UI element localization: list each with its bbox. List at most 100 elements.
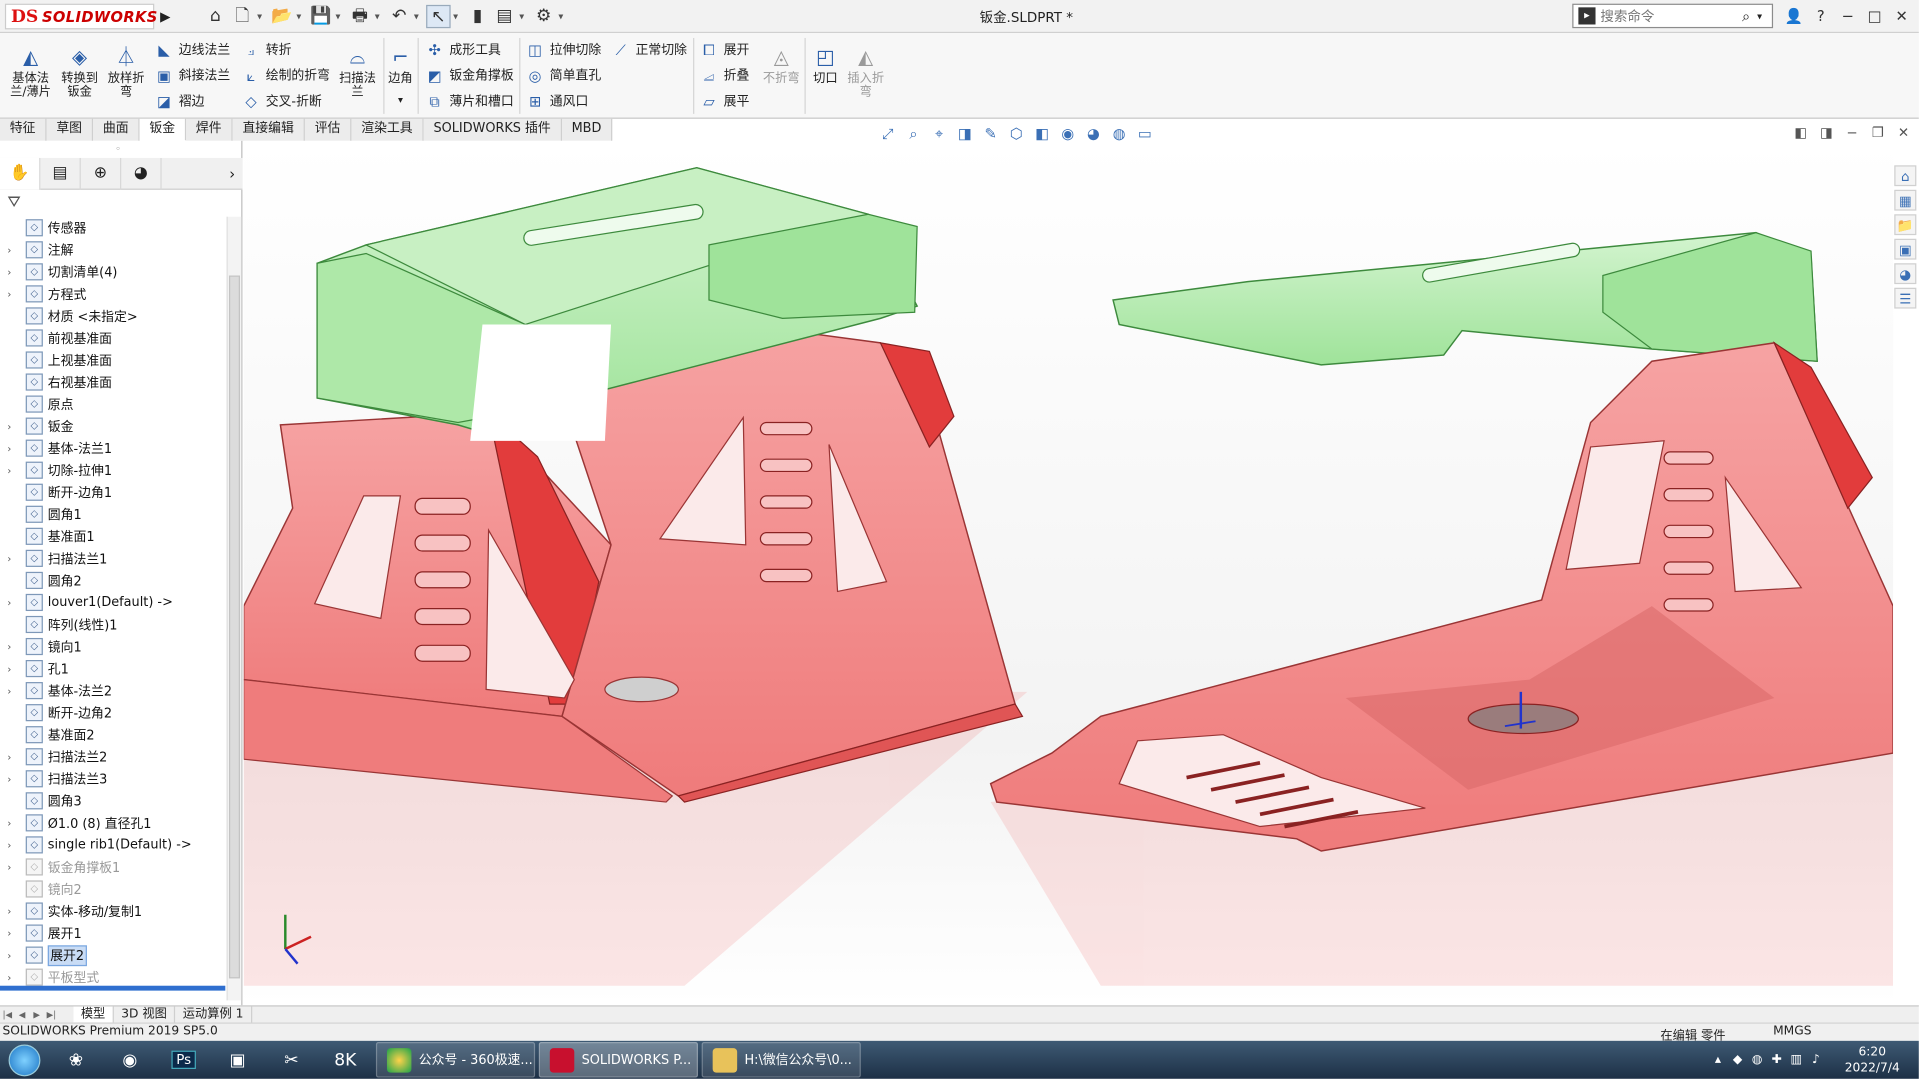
- tree-item[interactable]: ◇ 原点: [0, 393, 225, 415]
- minimize-button[interactable]: −: [1834, 5, 1861, 27]
- tree-item[interactable]: › ◇ 注解: [0, 239, 225, 261]
- menu-expand-arrow-icon[interactable]: ▶: [157, 5, 174, 28]
- tree-expand-icon[interactable]: ›: [7, 928, 19, 939]
- print-icon[interactable]: 🖶: [348, 5, 372, 28]
- dynamic-annotation-icon[interactable]: ✎: [980, 122, 1002, 144]
- undo-icon[interactable]: ↶: [387, 5, 411, 28]
- base-flange-button[interactable]: ◭ 基体法兰/薄片: [7, 45, 54, 114]
- tree-item[interactable]: ◇ 基准面2: [0, 724, 225, 746]
- tree-item[interactable]: › ◇ 镜向1: [0, 636, 225, 658]
- tree-expand-icon[interactable]: ›: [7, 465, 19, 476]
- tree-item[interactable]: › ◇ 扫描法兰3: [0, 768, 225, 790]
- options-dropdown-icon[interactable]: ▾: [558, 11, 568, 22]
- tree-item[interactable]: ◇ 基准面1: [0, 525, 225, 547]
- rip-button[interactable]: ◰ 切口: [808, 45, 842, 114]
- tray-volume-icon[interactable]: ♪: [1806, 1053, 1826, 1066]
- last-tab-icon[interactable]: ▶|: [44, 1010, 59, 1020]
- viewport-close-icon[interactable]: ✕: [1891, 124, 1917, 144]
- system-clock[interactable]: 6:20 2022/7/4: [1826, 1044, 1919, 1076]
- fold-button[interactable]: ⧡ 折叠: [699, 64, 749, 87]
- tree-expand-icon[interactable]: ›: [7, 597, 19, 608]
- tree-expand-icon[interactable]: ›: [7, 861, 19, 872]
- appearance-manager-tab-icon[interactable]: ◕: [121, 157, 162, 190]
- close-button[interactable]: ✕: [1888, 5, 1915, 27]
- tree-item[interactable]: ◇ 上视基准面: [0, 349, 225, 371]
- lofted-bend-button[interactable]: ⏃ 放样折弯: [103, 45, 150, 114]
- new-dropdown-icon[interactable]: ▾: [257, 11, 267, 22]
- edit-appearance-icon[interactable]: ◕: [1082, 122, 1104, 144]
- hem-button[interactable]: ◪ 褶边: [154, 89, 204, 112]
- tree-item[interactable]: › ◇ 钣金: [0, 415, 225, 437]
- corners-dropdown-icon[interactable]: ▾: [384, 93, 416, 106]
- tab-sketch[interactable]: 草图: [46, 118, 94, 141]
- unfolded-part[interactable]: [989, 231, 1894, 852]
- tray-security-icon[interactable]: ◍: [1747, 1053, 1767, 1066]
- appearances-icon[interactable]: ◕: [1894, 263, 1917, 285]
- sketched-bend-button[interactable]: ⟀ 绘制的折弯: [241, 64, 330, 87]
- tree-expand-icon[interactable]: ›: [7, 244, 19, 255]
- first-tab-icon[interactable]: |◀: [0, 1010, 15, 1020]
- swept-flange-button[interactable]: ⌓ 扫描法兰: [334, 45, 381, 114]
- configuration-manager-tab-icon[interactable]: ⊕: [81, 157, 122, 190]
- jog-button[interactable]: ⟓ 转折: [241, 38, 292, 61]
- forming-tool-button[interactable]: ✣ 成形工具: [425, 38, 501, 61]
- convert-to-sheetmetal-button[interactable]: ◈ 转换到钣金: [56, 45, 103, 114]
- tree-expand-icon[interactable]: ›: [7, 288, 19, 299]
- tray-network-icon[interactable]: ▥: [1787, 1053, 1807, 1066]
- tree-expand-icon[interactable]: ›: [7, 950, 19, 961]
- viewport-restore-icon[interactable]: ❐: [1865, 124, 1891, 144]
- insert-bends-button[interactable]: ◭ 插入折弯: [845, 45, 887, 114]
- section-view-icon[interactable]: ◨: [954, 122, 976, 144]
- prev-tab-icon[interactable]: ◀: [15, 1010, 30, 1020]
- start-button[interactable]: [0, 1041, 49, 1079]
- graphics-viewport[interactable]: [243, 140, 1894, 1006]
- tab-direct-editing[interactable]: 直接编辑: [232, 118, 305, 141]
- tree-item[interactable]: › ◇ 钣金角撑板1: [0, 856, 225, 878]
- taskbar-app-icon[interactable]: ❀: [49, 1042, 103, 1078]
- display-style-icon[interactable]: ◧: [1031, 122, 1053, 144]
- panel-expand-icon[interactable]: ›: [162, 158, 243, 189]
- simple-hole-button[interactable]: ◎ 简单直孔: [525, 64, 602, 87]
- view-orientation-icon[interactable]: ⬡: [1005, 122, 1027, 144]
- photoshop-icon[interactable]: Ps: [157, 1042, 211, 1078]
- tray-expand-icon[interactable]: ▴: [1708, 1053, 1728, 1066]
- maximize-button[interactable]: □: [1861, 5, 1888, 27]
- tree-item[interactable]: ◇ 圆角2: [0, 569, 225, 591]
- design-library-icon[interactable]: ▦: [1894, 189, 1917, 211]
- select-pointer-icon[interactable]: ↖: [426, 4, 451, 29]
- model-view[interactable]: [243, 141, 1894, 1005]
- tab-motion-study[interactable]: 运动算例 1: [175, 1005, 252, 1024]
- tree-item[interactable]: › ◇ 切除-拉伸1: [0, 459, 225, 481]
- panel-grip-icon[interactable]: ◦: [115, 143, 121, 154]
- tab-and-slot-button[interactable]: ⧉ 薄片和槽口: [425, 89, 513, 112]
- tree-item[interactable]: ◇ 圆角3: [0, 790, 225, 812]
- tree-item[interactable]: ◇ 阵列(线性)1: [0, 613, 225, 635]
- tree-item[interactable]: › ◇ 方程式: [0, 283, 225, 305]
- open-folder-icon[interactable]: 📂: [269, 5, 293, 28]
- no-bends-button[interactable]: ◬ 不折弯: [760, 45, 802, 114]
- miter-flange-button[interactable]: ▣ 斜接法兰: [154, 64, 230, 87]
- tree-expand-icon[interactable]: ›: [7, 266, 19, 277]
- tree-item[interactable]: ◇ 右视基准面: [0, 371, 225, 393]
- tree-item[interactable]: › ◇ 切割清单(4): [0, 261, 225, 283]
- tree-item[interactable]: ◇ 材质 <未指定>: [0, 305, 225, 327]
- view-settings-icon[interactable]: ▭: [1134, 122, 1156, 144]
- tree-expand-icon[interactable]: ›: [7, 641, 19, 652]
- viewport-minimize-icon[interactable]: −: [1839, 124, 1865, 144]
- file-explorer-icon[interactable]: 📁: [1894, 214, 1917, 236]
- tab-weldments[interactable]: 焊件: [186, 118, 233, 141]
- print-dropdown-icon[interactable]: ▾: [375, 11, 385, 22]
- search-input[interactable]: [1600, 7, 1736, 24]
- user-icon[interactable]: 👤: [1780, 5, 1807, 27]
- tile-left-icon[interactable]: ◧: [1788, 124, 1814, 144]
- extruded-cut-button[interactable]: ◫ 拉伸切除: [525, 38, 601, 61]
- task-solidworks[interactable]: SOLIDWORKS P...: [538, 1042, 698, 1078]
- tab-features[interactable]: 特征: [0, 118, 47, 141]
- tree-expand-icon[interactable]: ›: [7, 751, 19, 762]
- corners-button[interactable]: ⌐ 边角 ▾: [384, 45, 416, 114]
- tree-item[interactable]: › ◇ 基体-法兰1: [0, 437, 225, 459]
- tree-expand-icon[interactable]: ›: [7, 773, 19, 784]
- tree-expand-icon[interactable]: ›: [7, 685, 19, 696]
- search-dropdown-icon[interactable]: ▾: [1757, 10, 1762, 21]
- tree-expand-icon[interactable]: ›: [7, 817, 19, 828]
